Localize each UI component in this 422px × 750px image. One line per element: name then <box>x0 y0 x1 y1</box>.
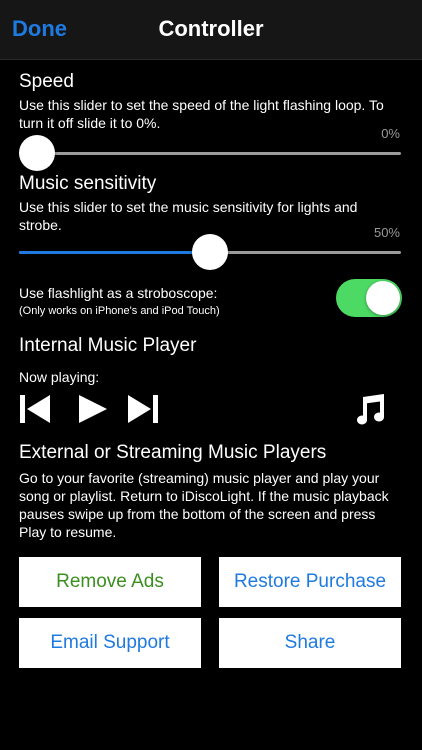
navigation-bar: Done Controller <box>0 0 422 60</box>
external-players-title: External or Streaming Music Players <box>19 442 327 463</box>
now-playing-label: Now playing: <box>19 369 100 385</box>
play-icon[interactable] <box>77 393 109 425</box>
skip-next-icon[interactable] <box>127 393 159 425</box>
toggle-knob <box>366 281 400 315</box>
internal-player-title: Internal Music Player <box>19 335 197 356</box>
speed-slider-track <box>19 152 401 155</box>
flashlight-label: Use flashlight as a stroboscope: <box>19 285 218 301</box>
sensitivity-description: Use this slider to set the music sensiti… <box>19 199 358 233</box>
restore-purchase-button[interactable]: Restore Purchase <box>219 557 401 607</box>
flashlight-sublabel: (Only works on iPhone's and iPod Touch) <box>19 305 220 317</box>
speed-description: Use this slider to set the speed of the … <box>19 97 384 131</box>
speed-slider-thumb[interactable] <box>19 135 55 171</box>
email-support-button[interactable]: Email Support <box>19 618 201 668</box>
speed-slider[interactable] <box>19 133 401 173</box>
external-players-description: Go to your favorite (streaming) music pl… <box>19 470 389 540</box>
share-button[interactable]: Share <box>219 618 401 668</box>
sensitivity-slider-thumb[interactable] <box>192 234 228 270</box>
speed-title: Speed <box>19 71 74 92</box>
sensitivity-title: Music sensitivity <box>19 173 157 194</box>
sensitivity-slider[interactable] <box>19 232 401 272</box>
music-note-icon[interactable] <box>353 393 387 427</box>
skip-previous-icon[interactable] <box>19 393 51 425</box>
sensitivity-slider-fill <box>19 251 210 254</box>
page-title: Controller <box>158 16 264 41</box>
flashlight-toggle[interactable] <box>336 279 402 317</box>
remove-ads-button[interactable]: Remove Ads <box>19 557 201 607</box>
